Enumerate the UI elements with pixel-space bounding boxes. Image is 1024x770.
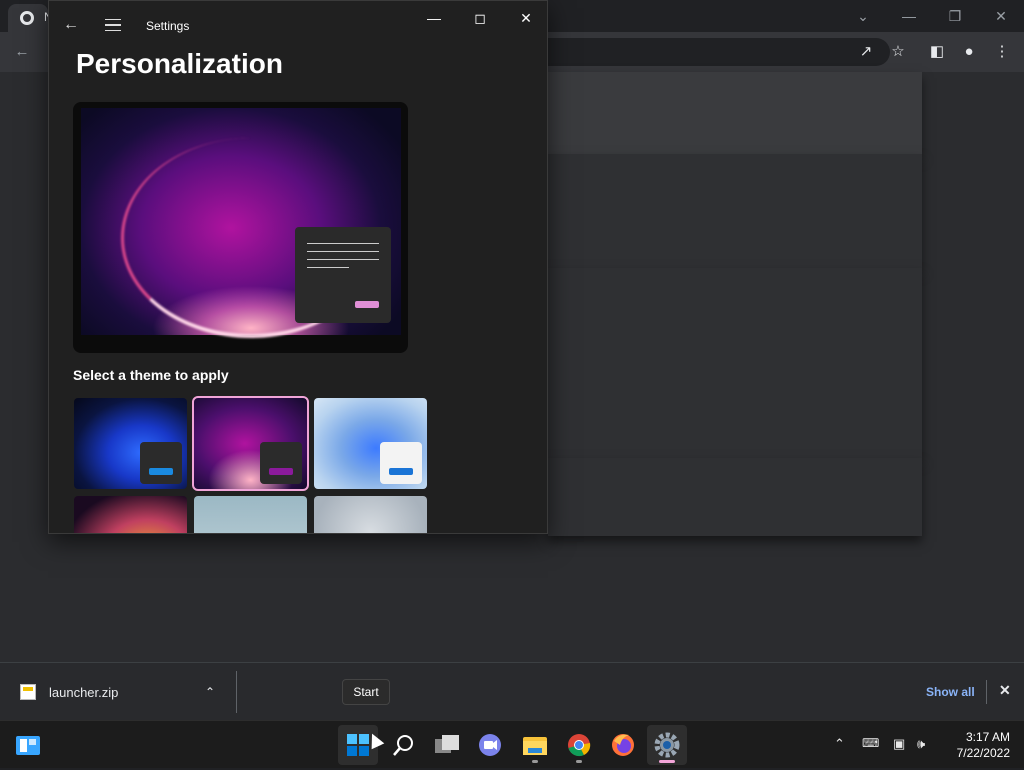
content-card — [548, 154, 922, 268]
swatch-accent — [389, 468, 413, 475]
theme-thumb-windows-light[interactable] — [314, 398, 427, 489]
theme-preview — [73, 102, 408, 353]
gear-icon — [654, 732, 680, 758]
settings-titlebar: ← Settings — ◻ ✕ — [49, 1, 547, 49]
profile-icon[interactable]: ● — [957, 40, 981, 64]
downloads-close-icon[interactable]: ✕ — [999, 682, 1011, 699]
back-arrow-icon[interactable]: ← — [63, 16, 79, 34]
content-card — [548, 268, 922, 458]
theme-swatch — [260, 442, 302, 484]
firefox-icon — [612, 734, 634, 756]
side-panel-icon[interactable]: ◧ — [925, 40, 949, 64]
chrome-minimize-button[interactable]: — — [886, 4, 932, 28]
taskbar: ⌃ ⌨ ▣ 🕪 3:17 AM 7/22/2022 — [0, 720, 1024, 768]
tab-search-chevron-icon[interactable]: ⌄ — [840, 4, 886, 28]
download-options-chevron-icon[interactable]: ⌃ — [205, 685, 215, 699]
theme-section-heading: Select a theme to apply — [73, 367, 229, 383]
hidden-icons-chevron-icon[interactable]: ⌃ — [834, 736, 845, 752]
start-tooltip: Start — [342, 679, 390, 705]
widgets-button[interactable] — [8, 725, 48, 765]
running-indicator — [576, 760, 582, 763]
theme-swatch — [380, 442, 422, 484]
widgets-icon — [16, 736, 40, 755]
preview-line — [307, 267, 349, 268]
task-view-icon — [435, 735, 459, 753]
settings-taskbar-button[interactable] — [647, 725, 687, 765]
chrome-restore-button[interactable]: ❐ — [932, 4, 978, 28]
chat-icon — [479, 734, 501, 756]
show-all-link[interactable]: Show all — [926, 685, 975, 699]
preview-line — [307, 251, 379, 252]
preview-accent-button — [355, 301, 379, 308]
clock-time: 3:17 AM — [965, 730, 1010, 744]
close-button[interactable]: ✕ — [503, 7, 547, 29]
network-icon[interactable]: ▣ — [893, 736, 905, 752]
preview-line — [307, 259, 379, 260]
theme-thumb-flow[interactable] — [314, 496, 427, 533]
window-title: Settings — [146, 19, 190, 33]
folder-icon — [523, 737, 547, 755]
share-icon[interactable]: ↗ — [854, 40, 878, 64]
chrome-icon — [20, 11, 34, 25]
divider — [986, 680, 987, 704]
volume-icon[interactable]: 🕪 — [917, 736, 925, 752]
chrome-taskbar-button[interactable] — [559, 725, 599, 765]
zip-file-icon — [20, 684, 36, 700]
chrome-menu-icon[interactable]: ⋮ — [990, 40, 1014, 64]
chrome-back-icon[interactable]: ← — [10, 40, 34, 64]
teams-chat-button[interactable] — [470, 725, 510, 765]
theme-thumb-windows-dark[interactable] — [74, 398, 187, 489]
downloads-bar: launcher.zip ⌃ Show all ✕ — [0, 662, 1024, 720]
preview-window — [295, 227, 391, 323]
system-clock[interactable]: 3:17 AM 7/22/2022 — [946, 729, 1010, 761]
chrome-icon — [568, 734, 591, 757]
theme-thumb-glow[interactable] — [192, 396, 309, 491]
task-view-button[interactable] — [427, 725, 467, 765]
firefox-button[interactable] — [603, 725, 643, 765]
theme-thumb-captured-motion[interactable] — [74, 496, 187, 533]
chrome-tab[interactable]: N — [8, 4, 53, 32]
clock-date: 7/22/2022 — [956, 746, 1010, 760]
preview-line — [307, 243, 379, 244]
download-file-name[interactable]: launcher.zip — [49, 685, 118, 700]
divider — [236, 671, 237, 713]
running-indicator — [532, 760, 538, 763]
theme-swatch — [140, 442, 182, 484]
content-card — [548, 458, 922, 536]
chrome-close-button[interactable]: ✕ — [978, 4, 1024, 28]
theme-thumb-sunrise[interactable] — [194, 496, 307, 533]
content-card — [548, 72, 922, 154]
minimize-button[interactable]: — — [411, 7, 457, 29]
hamburger-menu-icon[interactable] — [105, 19, 121, 31]
search-button[interactable] — [383, 725, 423, 765]
maximize-button[interactable]: ◻ — [457, 7, 503, 29]
file-explorer-button[interactable] — [515, 725, 555, 765]
page-title: Personalization — [76, 48, 283, 79]
settings-window: ← Settings — ◻ ✕ Personalization Select … — [48, 0, 548, 534]
swatch-accent — [269, 468, 293, 475]
active-indicator — [659, 760, 675, 763]
keyboard-icon[interactable]: ⌨ — [862, 736, 879, 750]
bookmark-star-icon[interactable]: ☆ — [886, 40, 910, 64]
search-icon — [393, 735, 413, 756]
swatch-accent — [149, 468, 173, 475]
